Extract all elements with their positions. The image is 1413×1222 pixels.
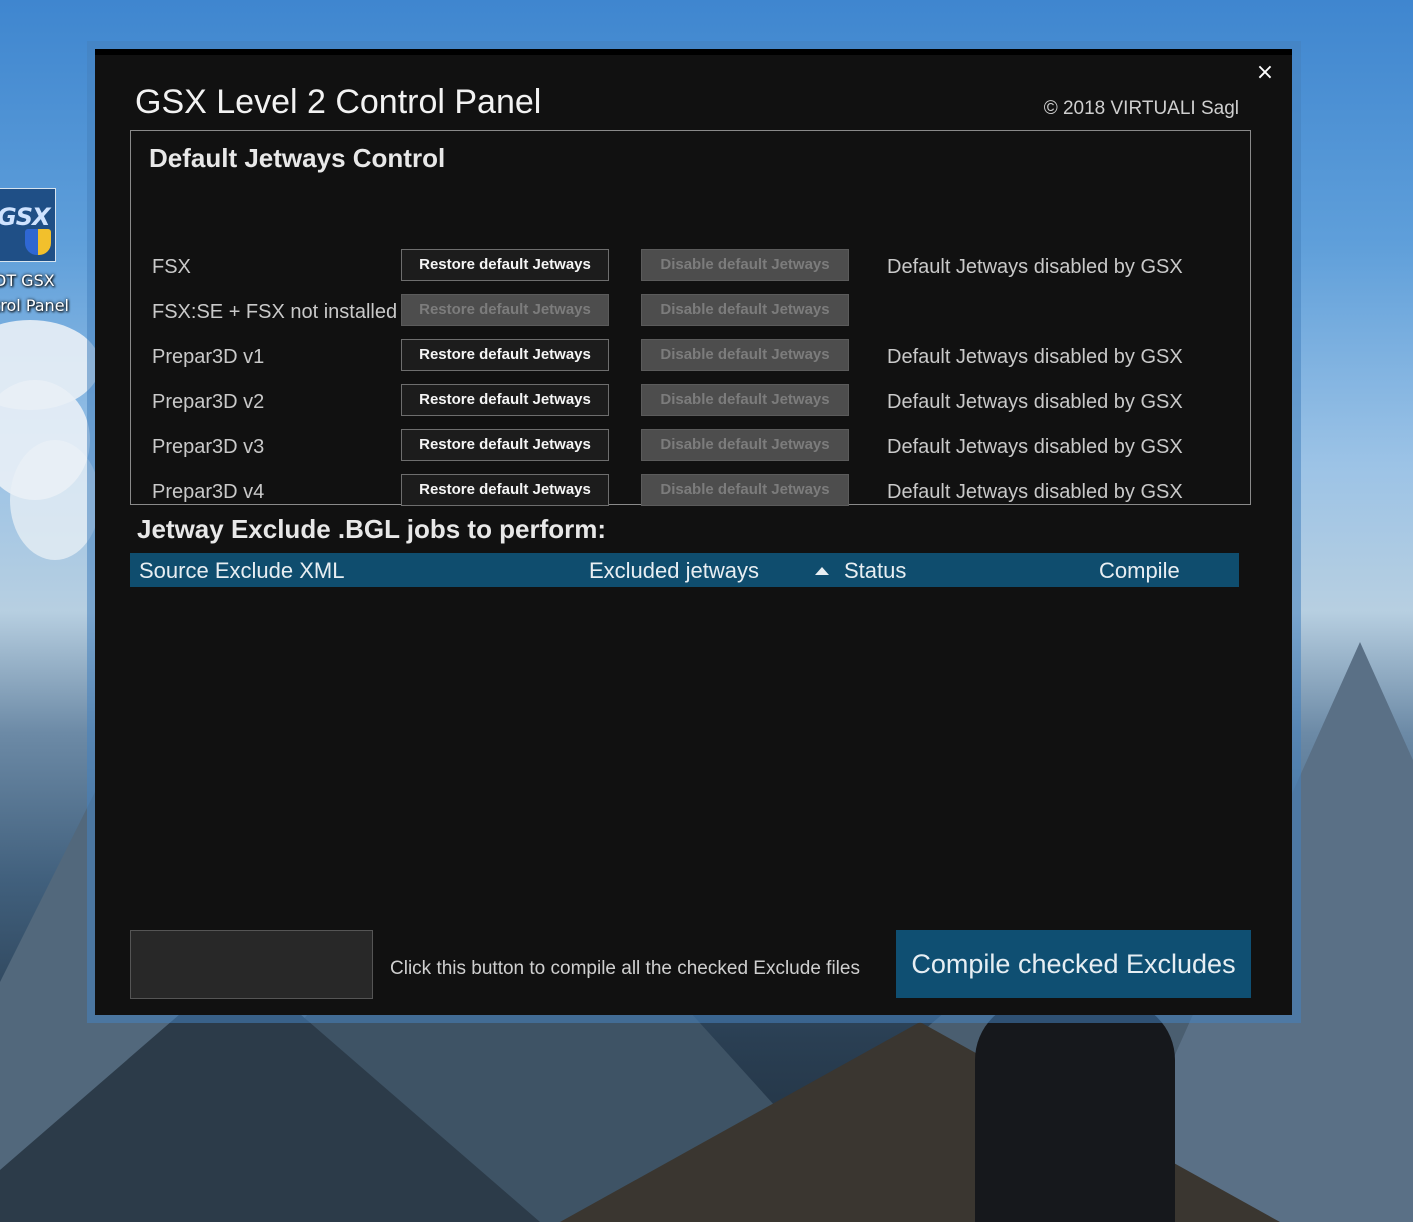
close-button[interactable]: × xyxy=(1253,61,1277,85)
sim-status: Default Jetways disabled by GSX xyxy=(887,481,1183,503)
sim-status: Default Jetways disabled by GSX xyxy=(887,391,1183,413)
copyright-text: © 2018 VIRTUALI Sagl xyxy=(1043,98,1239,119)
gsx-shortcut-icon[interactable]: GSX xyxy=(0,188,56,262)
restore-jetways-button[interactable]: Restore default Jetways xyxy=(401,339,609,371)
compile-hint-text: Click this button to compile all the che… xyxy=(390,958,860,979)
hiker-silhouette xyxy=(975,1000,1175,1222)
column-header-excluded[interactable]: Excluded jetways xyxy=(589,558,759,584)
default-jetways-panel: Default Jetways Control FSX Restore defa… xyxy=(130,130,1251,506)
app-title: GSX Level 2 Control Panel xyxy=(135,83,542,121)
panel-title: Default Jetways Control xyxy=(149,143,446,173)
column-header-source[interactable]: Source Exclude XML xyxy=(139,558,344,584)
restore-jetways-button[interactable]: Restore default Jetways xyxy=(401,474,609,506)
sim-status: Default Jetways disabled by GSX xyxy=(887,256,1183,278)
sim-row-p3d-v2: Prepar3D v2 Restore default Jetways Disa… xyxy=(131,384,1250,420)
sim-label: Prepar3D v4 xyxy=(152,481,265,503)
disable-jetways-button: Disable default Jetways xyxy=(641,294,849,326)
blank-button-area[interactable] xyxy=(130,930,373,999)
sim-row-fsx: FSX Restore default Jetways Disable defa… xyxy=(131,249,1250,285)
restore-jetways-button[interactable]: Restore default Jetways xyxy=(401,429,609,461)
jobs-title: Jetway Exclude .BGL jobs to perform: xyxy=(137,514,607,544)
compile-checked-excludes-button[interactable]: Compile checked Excludes xyxy=(896,930,1251,998)
gsx-control-panel-window: × GSX Level 2 Control Panel © 2018 VIRTU… xyxy=(95,49,1292,1015)
disable-jetways-button: Disable default Jetways xyxy=(641,339,849,371)
sim-row-p3d-v1: Prepar3D v1 Restore default Jetways Disa… xyxy=(131,339,1250,375)
sim-label: FSX:SE + FSX not installed xyxy=(152,301,398,323)
sim-row-p3d-v4: Prepar3D v4 Restore default Jetways Disa… xyxy=(131,474,1250,510)
column-header-status[interactable]: Status xyxy=(844,558,906,584)
sim-status: Default Jetways disabled by GSX xyxy=(887,436,1183,458)
sim-label: Prepar3D v3 xyxy=(152,436,265,458)
jobs-list[interactable] xyxy=(130,587,1239,917)
sim-status: Default Jetways disabled by GSX xyxy=(887,346,1183,368)
sort-ascending-icon xyxy=(815,567,829,575)
restore-jetways-button: Restore default Jetways xyxy=(401,294,609,326)
sim-label: FSX xyxy=(152,256,191,278)
jobs-table-header: Source Exclude XML Excluded jetways Stat… xyxy=(130,553,1239,587)
restore-jetways-button[interactable]: Restore default Jetways xyxy=(401,249,609,281)
disable-jetways-button: Disable default Jetways xyxy=(641,384,849,416)
sim-row-p3d-v3: Prepar3D v3 Restore default Jetways Disa… xyxy=(131,429,1250,465)
window-top-border xyxy=(95,49,1292,55)
uac-shield-icon xyxy=(25,229,51,255)
restore-jetways-button[interactable]: Restore default Jetways xyxy=(401,384,609,416)
disable-jetways-button: Disable default Jetways xyxy=(641,474,849,506)
disable-jetways-button: Disable default Jetways xyxy=(641,429,849,461)
shortcut-label[interactable]: DT GSX trol Panel xyxy=(0,268,78,318)
column-header-compile[interactable]: Compile xyxy=(1099,558,1180,584)
sim-row-fsx-se: FSX:SE + FSX not installed Restore defau… xyxy=(131,294,1250,330)
sim-label: Prepar3D v2 xyxy=(152,391,265,413)
sim-label: Prepar3D v1 xyxy=(152,346,265,368)
disable-jetways-button: Disable default Jetways xyxy=(641,249,849,281)
